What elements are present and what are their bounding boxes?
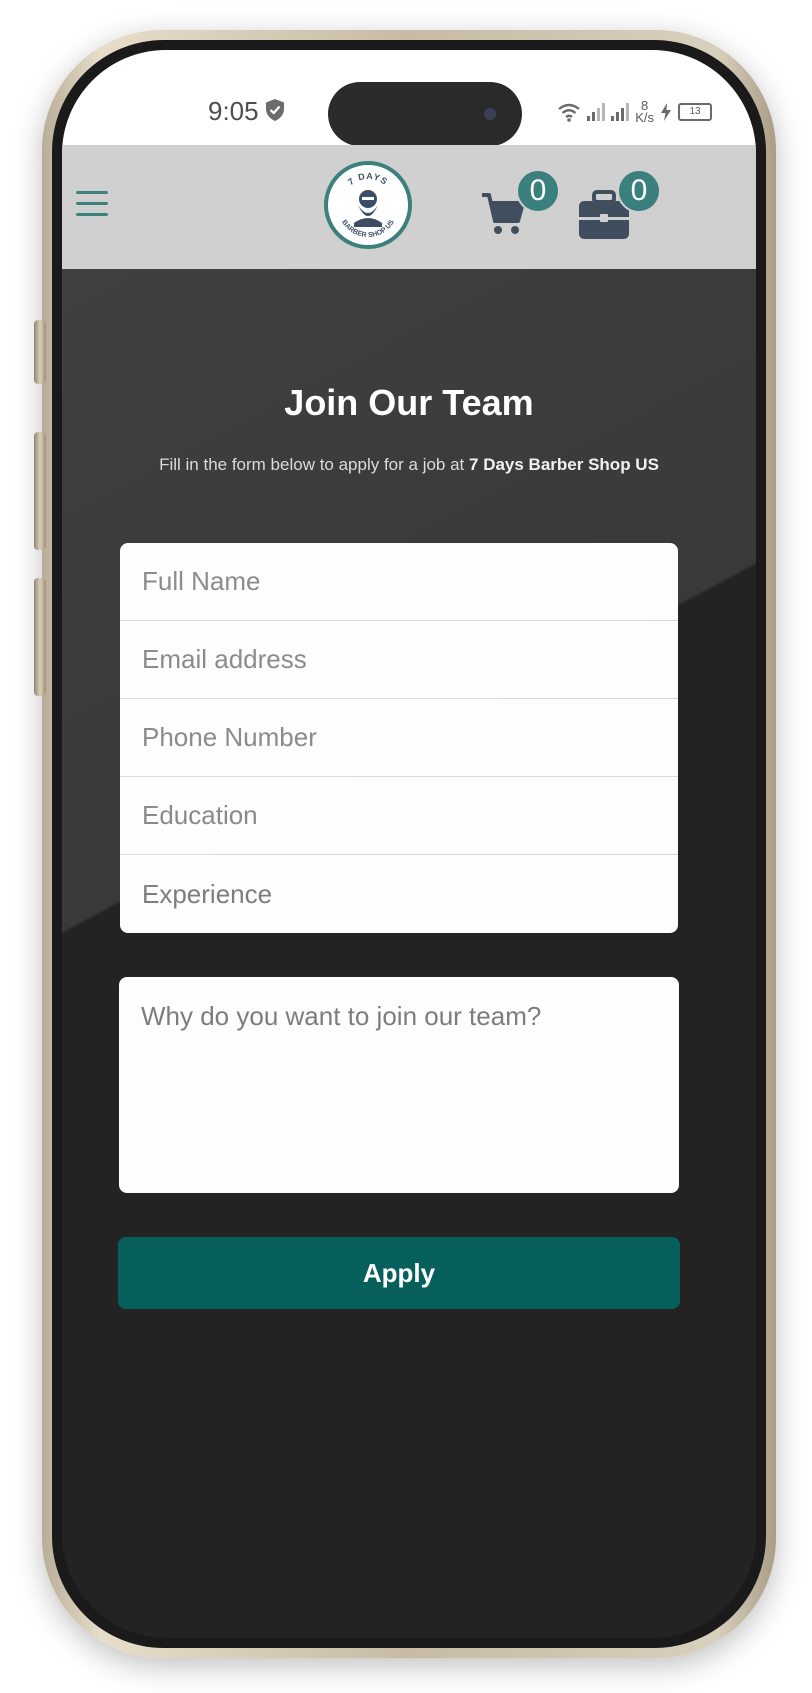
full-name-input[interactable]: [120, 543, 678, 621]
phone-volume-up-button: [34, 432, 46, 550]
svg-text:7 DAYS: 7 DAYS: [346, 171, 390, 187]
barber-face-icon: 7 DAYS BARBER SHOP US: [340, 171, 396, 239]
reason-textarea[interactable]: [119, 977, 679, 1193]
jobs-count-badge: 0: [617, 169, 661, 213]
logo-top-text: 7 DAYS: [346, 171, 389, 187]
apply-button[interactable]: Apply: [118, 1237, 680, 1309]
jobs-button[interactable]: 0: [577, 169, 661, 241]
status-bar: 9:05 8 K/s 13: [62, 50, 756, 156]
page-subtitle: Fill in the form below to apply for a jo…: [62, 455, 756, 475]
page-title: Join Our Team: [284, 382, 534, 423]
cart-count-badge: 0: [516, 169, 560, 213]
signal-icon-sim2: [611, 103, 630, 121]
signal-icon-sim1: [587, 103, 606, 121]
experience-input[interactable]: [120, 855, 678, 933]
net-speed: 8 K/s: [635, 99, 654, 125]
wifi-icon: [558, 103, 580, 122]
dynamic-island: [328, 82, 522, 146]
page-subtitle-brand: 7 Days Barber Shop US: [469, 455, 659, 474]
shield-icon: [266, 99, 284, 121]
phone-input[interactable]: [120, 699, 678, 777]
cart-button[interactable]: 0: [480, 169, 560, 237]
status-icons: 8 K/s 13: [557, 99, 712, 125]
status-time: 9:05: [208, 96, 259, 126]
front-camera: [484, 108, 496, 120]
app-header: 7 DAYS BARBER SHOP US 0 0: [62, 145, 756, 269]
net-speed-unit: K/s: [635, 110, 654, 125]
charging-icon: [661, 103, 671, 121]
phone-screen: 9:05 8 K/s 13 7 DAYS BARBER SHOP US 0 0 …: [62, 50, 756, 1638]
page-subtitle-text: Fill in the form below to apply for a jo…: [159, 455, 470, 474]
battery-icon: 13: [678, 103, 712, 121]
hamburger-menu-icon[interactable]: [76, 191, 108, 219]
email-input[interactable]: [120, 621, 678, 699]
application-form: [120, 543, 678, 933]
phone-volume-down-button: [34, 578, 46, 696]
education-input[interactable]: [120, 777, 678, 855]
brand-logo[interactable]: 7 DAYS BARBER SHOP US: [324, 161, 412, 249]
phone-action-button: [34, 320, 46, 384]
